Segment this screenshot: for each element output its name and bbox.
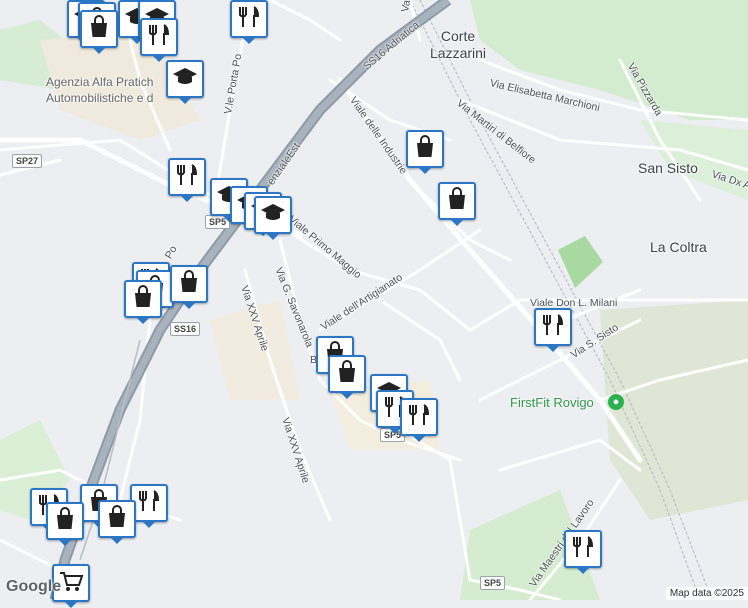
map-marker-shopping[interactable]: [328, 355, 366, 399]
graduation-cap-icon: [171, 63, 199, 96]
shopping-bag-icon: [85, 13, 113, 46]
map-marker-shopping[interactable]: [406, 130, 444, 174]
map-marker-restaurant[interactable]: [168, 158, 206, 202]
fork-knife-icon: [405, 401, 433, 434]
poi-label-firstfit[interactable]: FirstFit Rovigo: [510, 395, 594, 410]
fork-knife-icon: [173, 161, 201, 194]
map-marker-shopping[interactable]: [124, 280, 162, 324]
map-marker-shopping[interactable]: [80, 10, 118, 54]
map-marker-school[interactable]: [166, 60, 204, 104]
shopping-bag-icon: [103, 503, 131, 536]
map-marker-shopping[interactable]: [46, 502, 84, 546]
place-label-line: Corte: [440, 28, 476, 44]
map-marker-restaurant[interactable]: [140, 18, 178, 62]
route-shield-sp27: SP27: [12, 154, 43, 168]
map-attribution[interactable]: Map data ©2025: [665, 587, 748, 600]
shopping-bag-icon: [51, 505, 79, 538]
fork-knife-icon: [539, 311, 567, 344]
map-marker-restaurant[interactable]: [230, 0, 268, 44]
road-label-va: Va: [399, 0, 414, 14]
fork-knife-icon: [235, 3, 263, 36]
gym-icon[interactable]: ●: [608, 394, 624, 410]
place-label-line: Lazzarini: [430, 45, 487, 61]
shopping-bag-icon: [175, 268, 203, 301]
map-marker-restaurant[interactable]: [564, 530, 602, 574]
place-label-corte-lazzarini: Corte Lazzarini: [430, 28, 486, 62]
map-marker-shopping[interactable]: [438, 182, 476, 226]
map-marker-shopping[interactable]: [98, 500, 136, 544]
place-label-san-sisto: San Sisto: [638, 160, 698, 176]
shopping-bag-icon: [443, 185, 471, 218]
map-marker-restaurant[interactable]: [534, 308, 572, 352]
map-marker-restaurant[interactable]: [400, 398, 438, 442]
shopping-bag-icon: [129, 283, 157, 316]
map-marker-school[interactable]: [254, 196, 292, 240]
place-label-line: Agenzia Alfa Pratich: [46, 75, 154, 89]
graduation-cap-icon: [259, 199, 287, 232]
map-marker-shopping[interactable]: [170, 265, 208, 309]
place-label-line: Automobilistiche e d: [46, 91, 154, 105]
place-label-agenzia: Agenzia Alfa Pratich Automobilistiche e …: [46, 74, 153, 106]
shopping-bag-icon: [333, 358, 361, 391]
shopping-bag-icon: [411, 133, 439, 166]
google-logo: Google: [6, 578, 62, 595]
fork-knife-icon: [569, 533, 597, 566]
fork-knife-icon: [145, 21, 173, 54]
route-shield-ss16: SS16: [170, 322, 201, 336]
fork-knife-icon: [135, 487, 163, 520]
route-shield-sp5: SP5: [480, 576, 506, 590]
shopping-cart-icon: [57, 567, 85, 600]
place-label-la-coltra: La Coltra: [650, 239, 707, 255]
